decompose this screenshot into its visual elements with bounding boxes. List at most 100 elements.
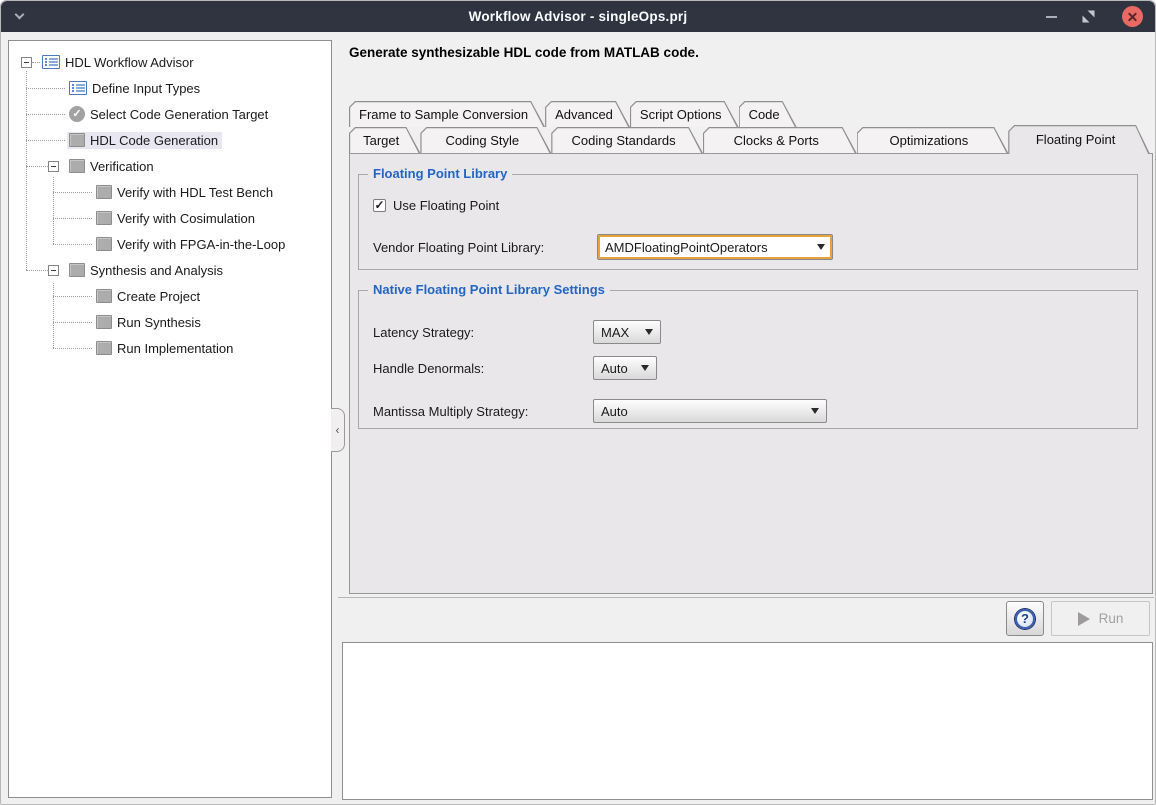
tab-label: Optimizations bbox=[880, 133, 986, 148]
tree-item-content: Verify with Cosimulation bbox=[94, 210, 259, 227]
tree-guide-line bbox=[53, 177, 54, 244]
tree-item-label: Verify with HDL Test Bench bbox=[117, 185, 273, 200]
tree-item-synthesis-and-analysis[interactable]: Synthesis and Analysis bbox=[9, 257, 331, 283]
tab-advanced[interactable]: Advanced bbox=[545, 101, 630, 127]
restore-icon[interactable] bbox=[1082, 10, 1095, 23]
tab-label: Advanced bbox=[545, 107, 630, 122]
tree-item-content: Run Implementation bbox=[94, 340, 237, 357]
dropdown-arrow-icon bbox=[817, 244, 825, 250]
task-square-icon bbox=[96, 289, 112, 303]
handle-denormals-label: Handle Denormals: bbox=[373, 361, 593, 376]
latency-strategy-label: Latency Strategy: bbox=[373, 325, 593, 340]
tab-coding-style[interactable]: Coding Style bbox=[420, 127, 551, 153]
tab-label: Clocks & Ports bbox=[724, 133, 836, 148]
task-description: Generate synthesizable HDL code from MAT… bbox=[349, 45, 699, 60]
tree-item-create-project[interactable]: Create Project bbox=[9, 283, 331, 309]
help-button[interactable]: ? bbox=[1006, 601, 1044, 636]
tab-target[interactable]: Target bbox=[349, 127, 420, 153]
tree-item-label: Verify with FPGA-in-the-Loop bbox=[117, 237, 285, 252]
tree-item-content: Verify with HDL Test Bench bbox=[94, 184, 277, 201]
tab-coding-standards[interactable]: Coding Standards bbox=[551, 127, 703, 153]
handle-denormals-dropdown[interactable]: Auto bbox=[593, 356, 657, 380]
tab-code[interactable]: Code bbox=[739, 101, 797, 127]
run-button[interactable]: Run bbox=[1051, 601, 1150, 636]
help-question-icon: ? bbox=[1015, 609, 1035, 629]
action-button-row: ? Run bbox=[1006, 601, 1150, 636]
workflow-advisor-window: Workflow Advisor - singleOps.prj HDL Wor… bbox=[0, 0, 1156, 805]
run-button-label: Run bbox=[1099, 611, 1124, 626]
tree-item-label: HDL Workflow Advisor bbox=[65, 55, 194, 70]
tab-clocks-ports[interactable]: Clocks & Ports bbox=[703, 127, 857, 153]
group-title: Native Floating Point Library Settings bbox=[368, 282, 610, 297]
main-panel: Generate synthesizable HDL code from MAT… bbox=[338, 40, 1154, 805]
tree-item-hdl-workflow-advisor[interactable]: HDL Workflow Advisor bbox=[9, 49, 331, 75]
window-title: Workflow Advisor - singleOps.prj bbox=[1, 9, 1155, 24]
tree-item-label: Run Synthesis bbox=[117, 315, 201, 330]
tree-item-content: Create Project bbox=[94, 288, 204, 305]
task-list-icon bbox=[42, 55, 60, 69]
tab-row-lower: Target Coding Style Coding Standards Clocks… bbox=[349, 127, 1150, 153]
tab-floating-point[interactable]: Floating Point bbox=[1008, 125, 1150, 153]
tree-item-verify-with-fpga-in-the-loop[interactable]: Verify with FPGA-in-the-Loop bbox=[9, 231, 331, 257]
task-square-icon bbox=[96, 185, 112, 199]
use-floating-point-label: Use Floating Point bbox=[393, 198, 499, 213]
status-output-area[interactable] bbox=[342, 642, 1153, 800]
group-title: Floating Point Library bbox=[368, 166, 512, 181]
tree-expander-minus-icon[interactable] bbox=[21, 57, 32, 68]
latency-strategy-dropdown[interactable]: MAX bbox=[593, 320, 661, 344]
tree-item-label: Synthesis and Analysis bbox=[90, 263, 223, 278]
tree-guide-line bbox=[26, 71, 27, 270]
dropdown-arrow-icon bbox=[645, 329, 653, 335]
vendor-library-dropdown[interactable]: AMDFloatingPointOperators bbox=[597, 234, 833, 260]
minimize-icon[interactable] bbox=[1046, 16, 1057, 18]
tree-item-label: Verify with Cosimulation bbox=[117, 211, 255, 226]
handle-denormals-value: Auto bbox=[601, 361, 628, 376]
tree-item-verify-with-hdl-test-bench[interactable]: Verify with HDL Test Bench bbox=[9, 179, 331, 205]
tree-item-run-implementation[interactable]: Run Implementation bbox=[9, 335, 331, 361]
tree-item-label: Verification bbox=[90, 159, 154, 174]
tree-item-content: Synthesis and Analysis bbox=[67, 262, 227, 279]
tree-item-selected-content: HDL Code Generation bbox=[67, 132, 222, 149]
workflow-tree: HDL Workflow Advisor Define Input Types ✓ S… bbox=[9, 41, 331, 361]
floating-point-library-group: Floating Point Library ✓ Use Floating Po… bbox=[358, 174, 1138, 270]
mantissa-multiply-value: Auto bbox=[601, 404, 628, 419]
tree-item-label: Run Implementation bbox=[117, 341, 233, 356]
tab-label: Frame to Sample Conversion bbox=[349, 107, 545, 122]
tree-item-label: Select Code Generation Target bbox=[90, 107, 268, 122]
native-floating-point-settings-group: Native Floating Point Library Settings L… bbox=[358, 290, 1138, 429]
tab-label: Floating Point bbox=[1026, 132, 1133, 147]
tree-item-content: HDL Workflow Advisor bbox=[40, 54, 198, 71]
tab-label: Coding Standards bbox=[562, 133, 693, 148]
mantissa-multiply-label: Mantissa Multiply Strategy: bbox=[373, 404, 593, 419]
tree-item-verify-with-cosimulation[interactable]: Verify with Cosimulation bbox=[9, 205, 331, 231]
play-icon bbox=[1078, 612, 1090, 626]
tab-frame-to-sample-conversion[interactable]: Frame to Sample Conversion bbox=[349, 101, 545, 127]
task-list-icon bbox=[69, 81, 87, 95]
tab-optimizations[interactable]: Optimizations bbox=[857, 127, 1009, 153]
mantissa-multiply-dropdown[interactable]: Auto bbox=[593, 399, 827, 423]
dropdown-arrow-icon bbox=[811, 408, 819, 414]
task-square-icon bbox=[96, 341, 112, 355]
use-floating-point-checkbox[interactable]: ✓ bbox=[373, 199, 386, 212]
tab-script-options[interactable]: Script Options bbox=[630, 101, 739, 127]
vendor-library-label: Vendor Floating Point Library: bbox=[373, 240, 597, 255]
tree-guide-line bbox=[53, 283, 54, 348]
workflow-tree-panel: HDL Workflow Advisor Define Input Types ✓ S… bbox=[8, 40, 332, 798]
tree-item-content: Verification bbox=[67, 158, 158, 175]
tree-expander-minus-icon[interactable] bbox=[48, 161, 59, 172]
window-menu-chevron-down-icon[interactable] bbox=[16, 13, 24, 21]
check-circle-icon: ✓ bbox=[69, 106, 85, 122]
tree-item-run-synthesis[interactable]: Run Synthesis bbox=[9, 309, 331, 335]
tree-item-content: Define Input Types bbox=[67, 80, 204, 97]
tree-item-define-input-types[interactable]: Define Input Types bbox=[9, 75, 331, 101]
titlebar: Workflow Advisor - singleOps.prj bbox=[1, 1, 1155, 32]
tree-item-select-code-generation-target[interactable]: ✓ Select Code Generation Target bbox=[9, 101, 331, 127]
tree-expander-minus-icon[interactable] bbox=[48, 265, 59, 276]
tree-item-content: Run Synthesis bbox=[94, 314, 205, 331]
tree-item-hdl-code-generation[interactable]: HDL Code Generation bbox=[9, 127, 331, 153]
tab-label: Target bbox=[353, 133, 416, 148]
tree-item-label: HDL Code Generation bbox=[90, 133, 218, 148]
close-icon[interactable] bbox=[1122, 6, 1143, 27]
tree-item-label: Create Project bbox=[117, 289, 200, 304]
tree-item-verification[interactable]: Verification bbox=[9, 153, 331, 179]
